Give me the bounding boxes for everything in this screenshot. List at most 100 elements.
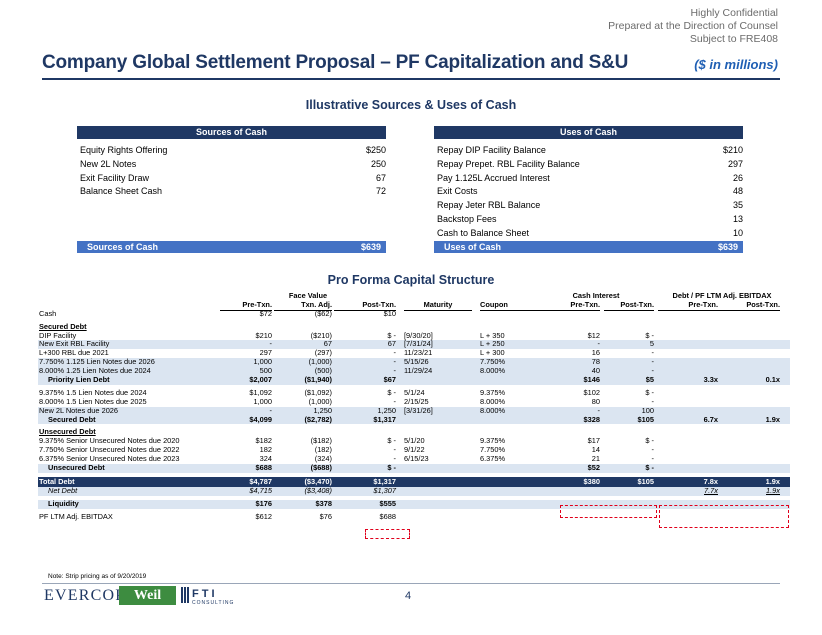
cell-value: $ - [645,387,654,397]
leverage-highlight [659,505,789,528]
uses-value: 13 [732,213,743,224]
group-header-row: Face Value Cash Interest Debt / PF LTM A… [38,291,790,301]
cell-value: $67 [383,375,396,385]
cell-value: ($1,940) [304,375,332,385]
sources-label: Equity Rights Offering [80,145,168,155]
uses-list: Repay DIP Facility Balance $210 Repay Prep… [434,144,743,241]
cell-value: $380 [583,476,600,486]
cell-value: ($688) [310,463,332,473]
cell-value: $328 [583,414,600,424]
capital-structure-table: Face Value Cash Interest Debt / PF LTM A… [38,291,790,522]
uses-value: $210 [722,145,743,155]
cell-value: $105 [637,414,654,424]
cell-value: - [393,348,396,358]
cell-value: 1,000 [253,396,273,406]
sources-value: 72 [375,186,386,197]
cell-value: $17 [587,436,600,446]
cell-value: 1.9x [766,485,780,495]
uses-label: Pay 1.125L Accrued Interest [437,172,550,183]
sources-uses-title: Illustrative Sources & Uses of Cash [305,98,517,112]
liquidity-highlight [365,529,410,539]
uses-label: Repay DIP Facility Balance [437,145,546,155]
units-label: ($ in millions) [694,57,778,72]
cell-value: - [393,445,396,455]
total-row: Total Debt $4,787 ($3,470) $1,317 $380 $105 7.… [38,476,790,487]
row-label: Net Debt [48,485,78,495]
cell-value: $688 [255,463,272,473]
cell-value: [3/31/26] [404,405,433,415]
uses-row: Repay Prepet. RBL Facility Balance 297 [434,158,743,172]
sources-value: 250 [370,158,386,169]
sources-row: Exit Facility Draw 67 [77,172,386,186]
cell-value: 8.000% [480,366,506,376]
uses-label: Exit Costs [437,186,478,197]
cell-value: $1,307 [373,485,396,495]
row-label: Liquidity [48,498,79,508]
sources-panel: Sources of Cash Equity Rights Offering $2… [77,126,386,253]
uses-panel: Uses of Cash Repay DIP Facility Balance $… [434,126,743,253]
uses-total-label: Uses of Cash [444,241,502,252]
cell-value: $378 [315,498,332,508]
cell-value: 14 [591,445,600,455]
cell-value: 6.375% [480,454,506,464]
fti-logo-text: F T I [192,588,215,600]
uses-label: Cash to Balance Sheet [437,227,530,238]
sources-value: $250 [365,145,386,155]
subtotal-row: Unsecured Debt $688 ($688) $ - $52 $ - [38,463,790,473]
cell-value: $146 [583,375,600,385]
table-row: Cash $72 ($62) $10 [38,308,790,319]
sources-row: Balance Sheet Cash 72 [77,185,386,199]
cell-value: ($62) [314,308,332,318]
row-label: Cash [39,308,57,318]
cell-value: 8.000% [480,405,506,415]
cell-value: $72 [259,308,272,318]
title-divider [42,78,780,80]
cell-value: $52 [587,463,600,473]
cell-value: $210 [255,330,272,340]
confidential-line-3: Subject to FRE408 [689,33,778,45]
cell-value: $12 [587,330,600,340]
sources-total-row: Sources of Cash $639 [77,240,386,253]
cell-value: $ - [387,387,396,397]
uses-row: Cash to Balance Sheet 10 [434,227,743,241]
cell-value: 67 [387,339,396,349]
cell-value: $688 [379,511,396,521]
table-row: Net Debt $4,715 ($3,408) $1,307 7.7x 1.9x [38,485,790,496]
cell-value: $5 [645,375,654,385]
cell-value: 6/15/23 [404,454,429,464]
uses-row: Backstop Fees 13 [434,213,743,227]
sources-header: Sources of Cash [77,126,386,139]
cell-value: $ - [645,330,654,340]
uses-label: Repay Jeter RBL Balance [437,200,541,211]
uses-header: Uses of Cash [434,126,743,139]
cell-value: 78 [591,357,600,367]
cell-value: $ - [387,463,396,473]
uses-value: 48 [732,186,743,197]
uses-value: 10 [732,227,743,238]
sources-value: 67 [375,172,386,183]
interest-highlight [560,505,657,518]
uses-value: 297 [727,158,743,169]
cell-value: $ - [387,330,396,340]
cell-value: 80 [591,396,600,406]
sources-label: Balance Sheet Cash [80,186,163,197]
sources-label: New 2L Notes [80,158,137,169]
uses-total-value: $639 [717,241,738,252]
cell-value: $10 [383,308,396,318]
cell-value: $2,007 [249,375,272,385]
page-number: 4 [405,590,412,602]
cell-value: 6.7x [703,414,718,424]
uses-label: Repay Prepet. RBL Facility Balance [437,158,580,169]
cell-value: 5 [649,339,654,349]
cell-value: 3.3x [703,375,718,385]
capital-structure-title: Pro Forma Capital Structure [327,273,495,287]
cell-value: $ - [645,436,654,446]
cell-value: 7.7x [704,485,718,495]
row-label: Priority Lien Debt [48,375,110,385]
cell-value: $ - [387,436,396,446]
cell-value: $105 [637,476,654,486]
table-row: New 2L Notes due 2026-1,250 1,250 [3/31/26… [38,405,790,416]
sources-total-label: Sources of Cash [87,241,159,252]
uses-row: Repay Jeter RBL Balance 35 [434,199,743,213]
confidentiality-notice: Highly Confidential Prepared at the Dire… [608,7,778,46]
